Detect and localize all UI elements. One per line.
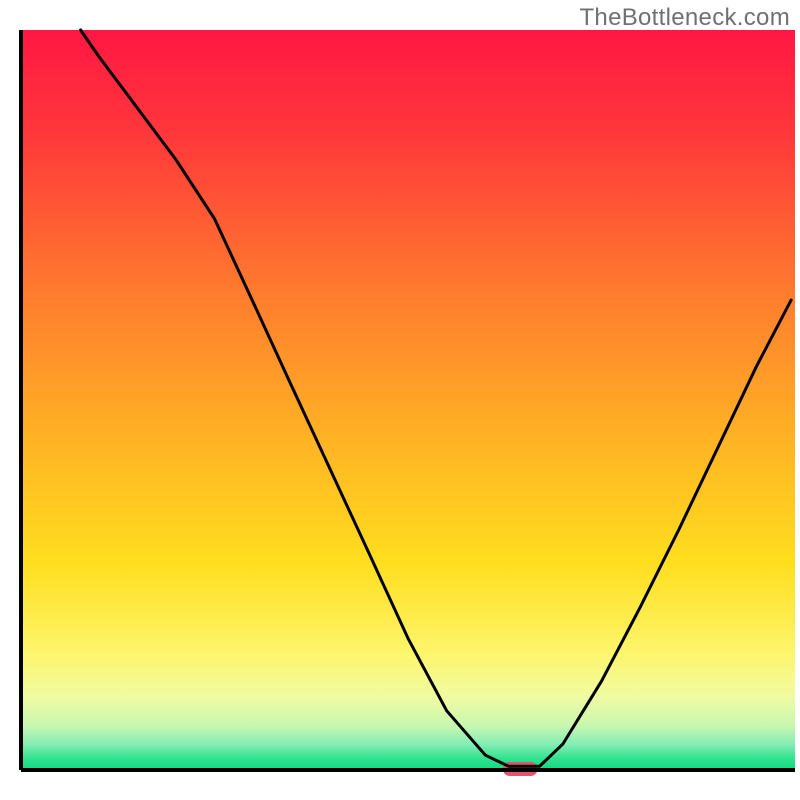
bottleneck-chart: TheBottleneck.com <box>0 0 800 800</box>
chart-background <box>21 30 795 770</box>
attribution-label: TheBottleneck.com <box>579 4 790 32</box>
chart-plot-area <box>0 0 800 800</box>
